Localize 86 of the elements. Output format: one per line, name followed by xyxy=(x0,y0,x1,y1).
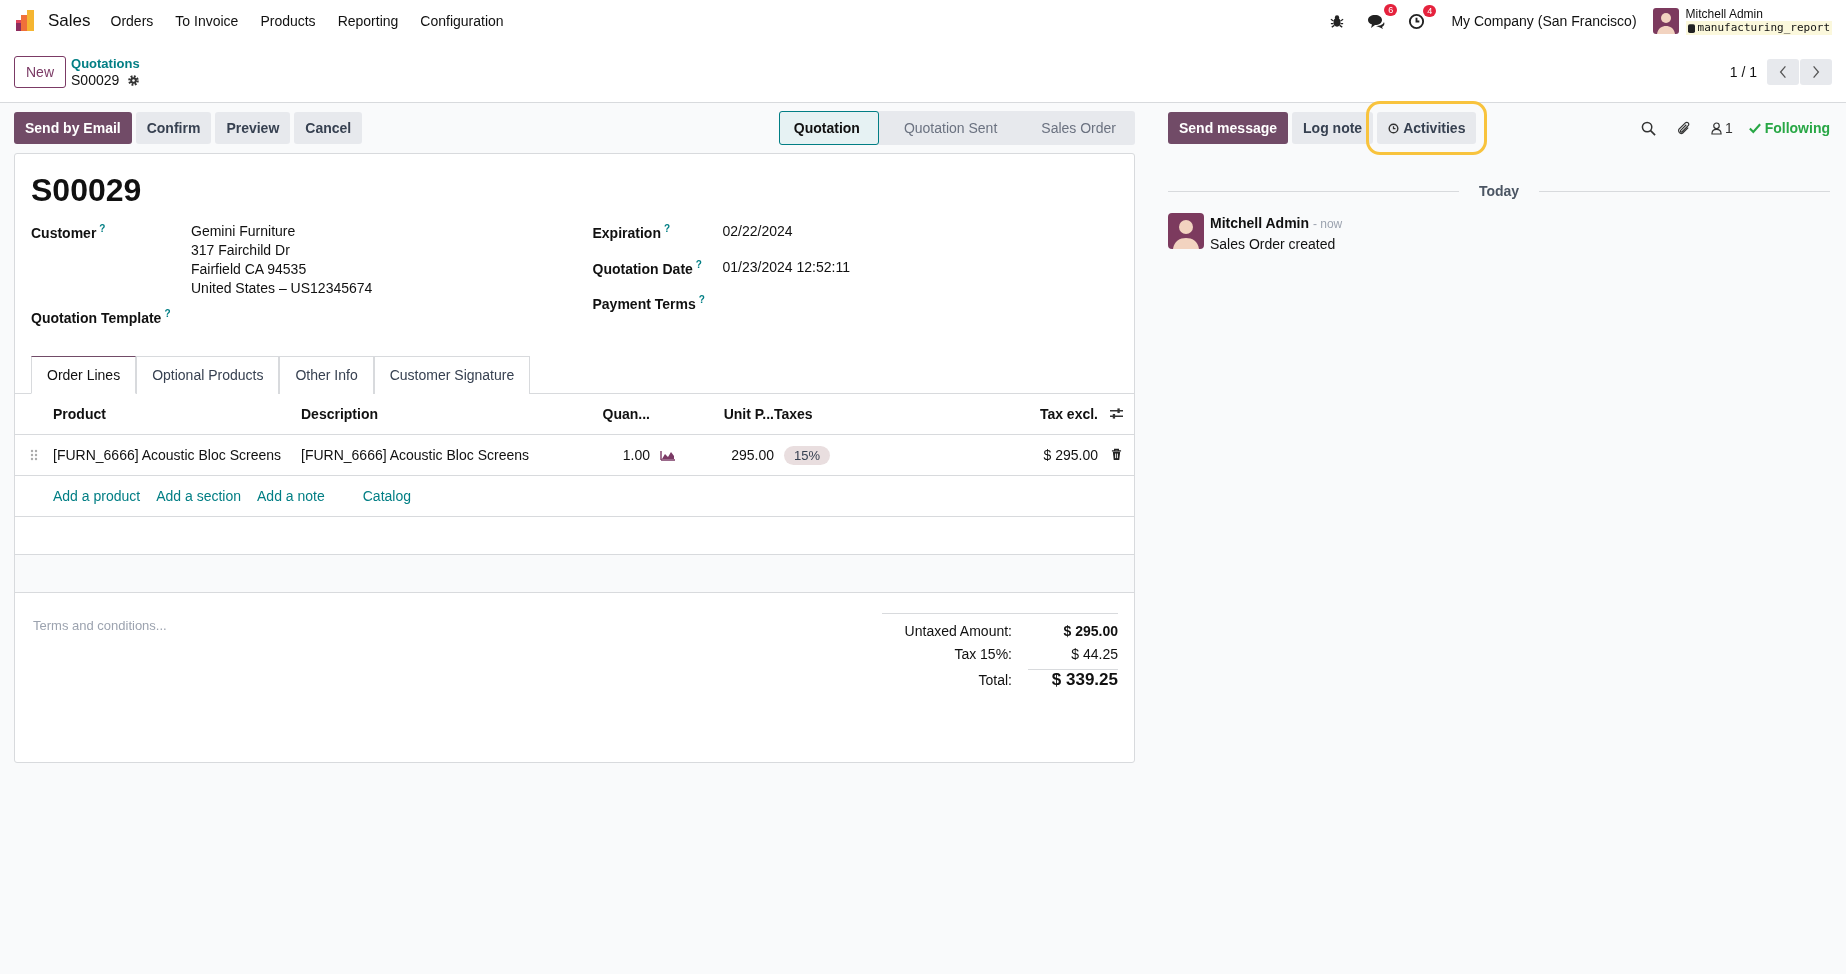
action-button[interactable]: Cancel xyxy=(294,112,363,144)
record-name: S00029 xyxy=(71,72,120,88)
notebook-tab[interactable]: Other Info xyxy=(279,355,374,394)
table-cell-text: 295.00 xyxy=(730,446,774,463)
table-cell-text: [FURN_6666] Acoustic Bloc Screens xyxy=(301,446,530,463)
menu-item[interactable]: Products xyxy=(260,13,316,29)
total-label: Total: xyxy=(977,671,1012,688)
chevron-right-icon xyxy=(1812,65,1820,79)
field-label: Payment Terms $^{?}$ xyxy=(592,294,706,312)
record-title: S00029 xyxy=(31,172,143,209)
company-switcher[interactable]: My Company (San Francisco) xyxy=(1451,13,1637,29)
field-label: Quotation Template $^{?}$ xyxy=(31,308,172,326)
clock-icon xyxy=(1388,122,1400,134)
total-value: $ 339.25 xyxy=(1028,669,1118,691)
add-line-link[interactable]: Add a product xyxy=(53,487,141,504)
menu-item[interactable]: To Invoice xyxy=(175,13,239,29)
search-icon[interactable] xyxy=(1640,120,1656,136)
new-button[interactable]: New xyxy=(14,56,66,88)
area-chart-icon[interactable] xyxy=(660,448,676,461)
message-body: Sales Order created xyxy=(1210,235,1337,254)
field-value[interactable]: 317 Fairchild Dr xyxy=(191,242,373,258)
field-label: Quotation Date $^{?}$ xyxy=(592,258,703,277)
field-value[interactable]: Fairfield CA 94535 xyxy=(191,261,373,277)
column-header[interactable]: Unit P... xyxy=(686,405,774,422)
add-line-link[interactable]: Add a section xyxy=(156,487,241,504)
field-label: Customer $^{?}$ xyxy=(31,223,107,243)
notebook-tab[interactable]: Order Lines xyxy=(31,355,137,394)
database-icon xyxy=(1687,23,1695,33)
notebook-tab[interactable]: Customer Signature xyxy=(373,355,531,394)
pager-counter: 1 / 1 xyxy=(1729,64,1757,80)
avatar-icon[interactable] xyxy=(1652,8,1679,34)
field-value[interactable]: 02/22/2024 xyxy=(722,223,793,239)
total-label: Untaxed Amount: xyxy=(903,623,1012,640)
column-header[interactable]: Quan... xyxy=(565,405,650,422)
breadcrumb-link[interactable]: Quotations xyxy=(71,56,141,72)
column-settings-icon[interactable] xyxy=(1108,407,1124,421)
chatter-button[interactable]: Activities xyxy=(1377,112,1477,144)
person-icon xyxy=(1710,121,1722,135)
menu-item[interactable]: Orders xyxy=(110,13,154,29)
user-name[interactable]: Mitchell Admin xyxy=(1685,7,1832,21)
chatter-button[interactable]: Send message xyxy=(1168,112,1289,144)
paperclip-icon[interactable] xyxy=(1675,120,1691,136)
check-icon xyxy=(1748,122,1761,134)
database-name: manufacturing_report xyxy=(1697,21,1830,35)
action-button[interactable]: Preview xyxy=(215,112,291,144)
field-value[interactable]: Gemini Furniture xyxy=(191,223,373,239)
bug-icon[interactable] xyxy=(1330,14,1345,28)
clock-icon[interactable] xyxy=(1408,12,1426,30)
chat-icon[interactable] xyxy=(1366,12,1387,30)
drag-handle-icon[interactable] xyxy=(30,448,38,461)
gear-icon[interactable] xyxy=(127,73,141,87)
notification-badge: 6 xyxy=(1384,4,1398,16)
notebook-tab[interactable]: Optional Products xyxy=(136,355,280,394)
action-button[interactable]: Send by Email xyxy=(14,112,132,144)
table-cell-text: $ 295.00 xyxy=(1042,446,1098,463)
chatter-button[interactable]: Log note xyxy=(1292,112,1374,144)
date-separator: Today xyxy=(1478,183,1520,199)
field-value[interactable]: United States – US12345674 xyxy=(191,280,373,296)
column-header[interactable]: Product xyxy=(53,405,301,422)
total-value: $ 44.25 xyxy=(1070,646,1118,663)
add-line-link[interactable]: Add a note xyxy=(257,487,325,504)
menu-item[interactable]: Reporting xyxy=(337,13,399,29)
message-author[interactable]: Mitchell Admin xyxy=(1210,215,1310,231)
notification-badge: 4 xyxy=(1423,4,1437,17)
table-cell-text: 1.00 xyxy=(621,446,650,463)
status-step[interactable]: Quotation Sent xyxy=(878,111,1017,145)
column-header[interactable]: Description xyxy=(301,405,565,422)
field-value[interactable]: 01/23/2024 12:52:11 xyxy=(722,258,850,275)
total-value: $ 295.00 xyxy=(1062,623,1118,640)
message-time: - now xyxy=(1312,217,1343,231)
status-step[interactable]: Quotation xyxy=(778,111,879,145)
add-line-link[interactable]: Catalog xyxy=(362,487,411,504)
menu-item[interactable]: Configuration xyxy=(420,13,504,29)
followers-button[interactable]: 1 xyxy=(1710,120,1733,136)
field-label: Expiration $^{?}$ xyxy=(592,223,672,241)
tax-tag: 15% xyxy=(784,445,831,465)
total-label: Tax 15%: xyxy=(953,646,1012,663)
column-header[interactable]: Tax excl. xyxy=(980,405,1098,422)
trash-icon[interactable] xyxy=(1110,448,1122,462)
action-button[interactable]: Confirm xyxy=(135,112,212,144)
table-cell-text: [FURN_6666] Acoustic Bloc Screens xyxy=(53,446,282,463)
avatar-icon[interactable] xyxy=(1168,213,1204,249)
app-name[interactable]: Sales xyxy=(48,11,91,31)
column-header[interactable]: Taxes xyxy=(774,405,980,422)
chevron-left-icon xyxy=(1779,65,1787,79)
status-step[interactable]: Sales Order xyxy=(1016,111,1135,145)
